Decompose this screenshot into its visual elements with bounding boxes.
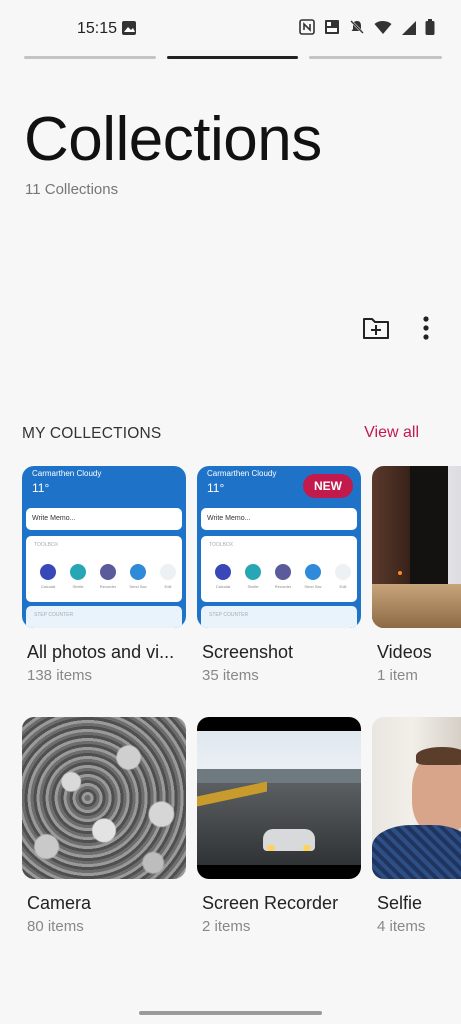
- page-indicator: [24, 56, 442, 60]
- tab-explore[interactable]: [309, 56, 442, 59]
- bell-muted-icon: [350, 20, 364, 34]
- thumb-tool-label: Edit: [339, 584, 347, 589]
- collection-thumbnail: [372, 466, 461, 628]
- thumb-step-counter: STEP COUNTER: [26, 606, 182, 628]
- thumb-temp-text: 11°: [207, 481, 225, 495]
- collection-thumbnail: Carmarthen Cloudy 11° NEW Write Memo... …: [197, 466, 361, 628]
- new-badge: NEW: [303, 474, 353, 498]
- page-title: Collections: [24, 105, 322, 174]
- image-notification-icon: [122, 21, 136, 35]
- collection-thumbnail: [22, 717, 186, 879]
- more-vertical-icon[interactable]: [416, 315, 436, 343]
- status-time: 15:15: [77, 20, 118, 37]
- collection-name: Screen Recorder: [202, 893, 339, 913]
- collection-card-screen-recorder[interactable]: Screen Recorder 2 items: [197, 717, 361, 935]
- home-gesture-bar[interactable]: [139, 1011, 322, 1015]
- thumb-tool-label: Edit: [164, 584, 172, 589]
- thumb-toolbox-label: TOOLBOX: [209, 542, 234, 548]
- thumb-tool-label: Send Sav: [129, 584, 147, 589]
- collection-name: Videos: [377, 642, 432, 662]
- thumb-tool-label: Calculat: [215, 584, 231, 589]
- thumb-step-label: STEP COUNTER: [34, 612, 74, 618]
- thumb-tool-label: Send Sav: [304, 584, 322, 589]
- thumb-tool-label: Shelle: [72, 584, 84, 589]
- thumb-memo: Write Memo...: [26, 508, 182, 530]
- collection-card-screenshot[interactable]: Carmarthen Cloudy 11° NEW Write Memo... …: [197, 466, 361, 684]
- tab-photos[interactable]: [24, 56, 156, 59]
- thumb-toolbox: TOOLBOX Calculat Shelle Recorder Send Sa…: [201, 536, 357, 602]
- collection-name: Selfie: [377, 893, 423, 913]
- thumb-toolbox-label: TOOLBOX: [34, 542, 59, 548]
- thumb-toolbox: TOOLBOX Calculat Shelle Recorder Send Sa…: [26, 536, 182, 602]
- collection-card-videos[interactable]: Videos 1 item: [372, 466, 461, 684]
- thumb-weather-text: Carmarthen Cloudy: [207, 469, 277, 478]
- thumb-tool-label: Recorder: [274, 584, 292, 589]
- collection-count: 1 item: [377, 667, 418, 684]
- collection-thumbnail: [372, 717, 461, 879]
- section-title: MY COLLECTIONS: [22, 425, 162, 442]
- collection-thumbnail: [197, 717, 361, 879]
- collection-card-selfie[interactable]: Selfie 4 items: [372, 717, 461, 935]
- collection-count: 2 items: [202, 918, 251, 935]
- collection-thumbnail: Carmarthen Cloudy 11° Write Memo... TOOL…: [22, 466, 186, 628]
- volte-icon: [325, 20, 339, 34]
- collection-card-camera[interactable]: Camera 80 items: [22, 717, 186, 935]
- status-icons: [299, 19, 435, 35]
- battery-icon: [425, 19, 435, 35]
- thumb-temp-text: 11°: [32, 481, 50, 495]
- thumb-memo: Write Memo...: [201, 508, 357, 530]
- collection-name: Screenshot: [202, 642, 294, 662]
- add-folder-icon[interactable]: [362, 315, 390, 341]
- thumb-tool-label: Calculat: [40, 584, 56, 589]
- thumb-step-label: STEP COUNTER: [209, 612, 249, 618]
- nfc-icon: [299, 19, 315, 35]
- thumb-tool-label: Shelle: [247, 584, 259, 589]
- collections-count: 11 Collections: [25, 181, 119, 198]
- collection-name: All photos and vi...: [27, 642, 175, 662]
- collection-count: 80 items: [27, 918, 84, 935]
- view-all-link[interactable]: View all: [364, 424, 419, 442]
- status-bar: 15:15: [0, 0, 461, 56]
- tab-collections[interactable]: [167, 56, 298, 59]
- wifi-icon: [374, 20, 392, 34]
- thumb-step-counter: STEP COUNTER: [201, 606, 357, 628]
- collection-card-all[interactable]: Carmarthen Cloudy 11° Write Memo... TOOL…: [22, 466, 186, 684]
- collection-name: Camera: [27, 893, 92, 913]
- collection-count: 4 items: [377, 918, 426, 935]
- collection-count: 35 items: [202, 667, 259, 684]
- thumb-tool-label: Recorder: [99, 584, 117, 589]
- signal-icon: [402, 20, 416, 35]
- thumb-weather-text: Carmarthen Cloudy: [32, 469, 102, 478]
- collection-count: 138 items: [27, 667, 93, 684]
